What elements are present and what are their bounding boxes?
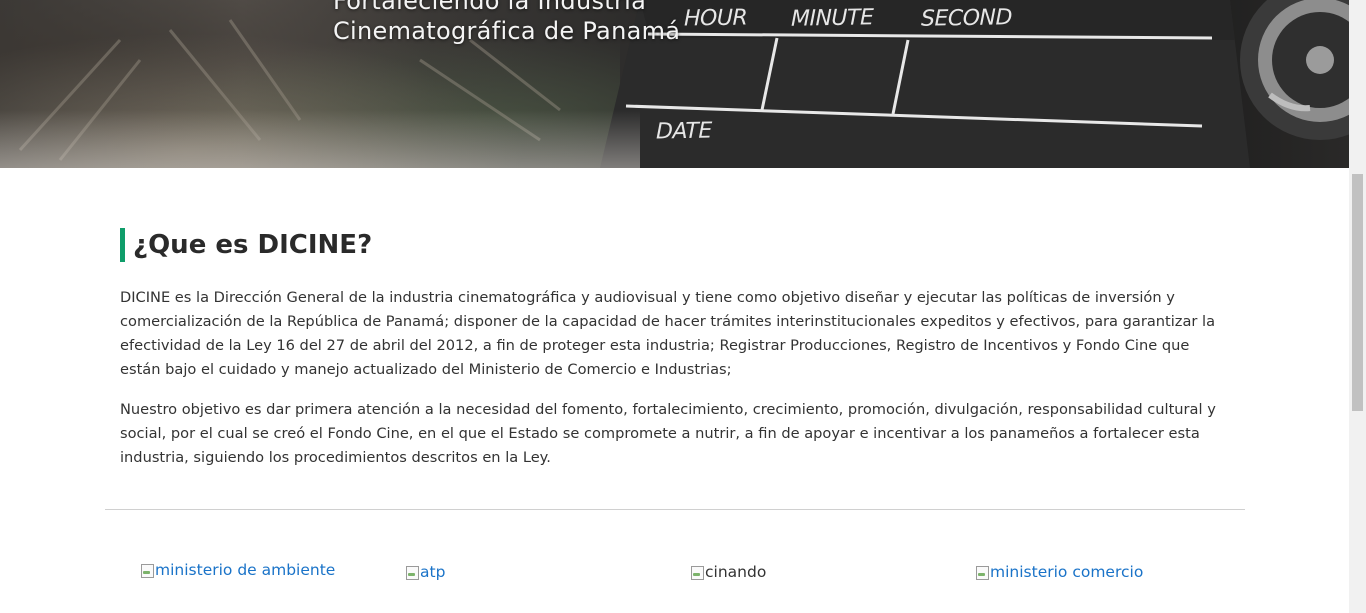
partner-logo-ministerio-comercio[interactable]: ministerio comercio bbox=[975, 560, 1143, 584]
section-divider bbox=[105, 509, 1245, 510]
broken-image-icon bbox=[975, 564, 989, 580]
partner-alt-text: ministerio de ambiente bbox=[155, 561, 336, 579]
partner-logo-cinando: cinando bbox=[690, 560, 766, 584]
broken-image-icon bbox=[405, 564, 419, 580]
hero-banner: Fortaleciendo la Industria Cinematográfi… bbox=[0, 0, 1349, 168]
section-heading: ¿Que es DICINE? bbox=[120, 228, 372, 262]
partner-alt-text: atp bbox=[420, 563, 446, 581]
partner-logo-atp[interactable]: atp bbox=[405, 560, 445, 584]
hero-title: Fortaleciendo la Industria Cinematográfi… bbox=[333, 0, 680, 46]
clapper-label-date: DATE bbox=[656, 118, 712, 145]
broken-image-icon bbox=[690, 564, 704, 580]
film-reel-icon bbox=[1240, 0, 1349, 140]
hero-title-line2: Cinematográfica de Panamá bbox=[333, 17, 681, 45]
partner-alt-text: ministerio comercio bbox=[990, 563, 1144, 581]
partner-alt-text: cinando bbox=[705, 563, 767, 581]
clapper-label-second: SECOND bbox=[921, 5, 1012, 32]
clapper-label-minute: MINUTE bbox=[791, 5, 874, 32]
about-paragraph-1: DICINE es la Dirección General de la ind… bbox=[120, 289, 1216, 378]
clapper-label-hour: HOUR bbox=[684, 5, 748, 32]
about-paragraph-2: Nuestro objetivo es dar primera atención… bbox=[120, 401, 1216, 466]
broken-image-icon bbox=[140, 562, 154, 578]
scrollbar-thumb[interactable] bbox=[1352, 174, 1363, 411]
partner-logo-ministerio-ambiente[interactable]: ministerio de ambiente bbox=[140, 558, 335, 582]
hero-title-line1: Fortaleciendo la Industria bbox=[333, 0, 647, 15]
hero-fade-overlay bbox=[0, 110, 640, 168]
vertical-scrollbar[interactable] bbox=[1349, 0, 1366, 613]
